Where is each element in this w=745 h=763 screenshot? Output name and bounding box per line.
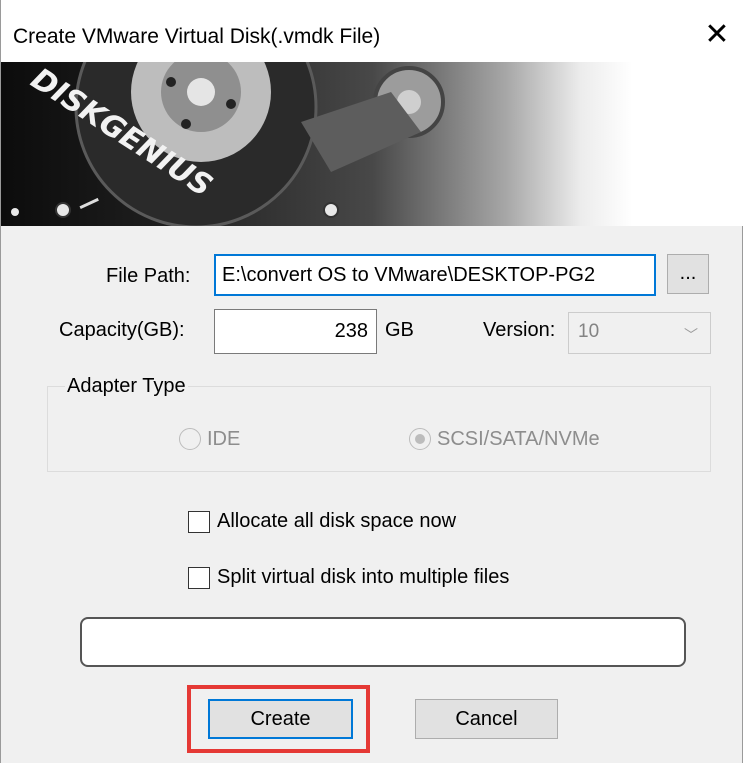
scsi-sata-nvme-radio-label: SCSI/SATA/NVMe — [437, 428, 600, 450]
adapter-type-label: Adapter Type — [65, 375, 188, 398]
dialog-window: Create VMware Virtual Disk(.vmdk File) ✕… — [0, 0, 744, 763]
version-label: Version: — [483, 319, 556, 341]
hard-drive-illustration: DISKGENIUS — [11, 62, 445, 226]
capacity-label: Capacity(GB): — [59, 319, 185, 341]
version-select-value: 10 — [578, 321, 600, 342]
chevron-down-icon: ﹀ — [684, 327, 698, 343]
allocate-all-checkbox[interactable] — [188, 511, 210, 533]
capacity-input[interactable]: 238 — [214, 309, 377, 354]
ide-radio-label: IDE — [207, 428, 241, 450]
file-path-label: File Path: — [106, 265, 191, 287]
close-icon[interactable]: ✕ — [700, 18, 734, 52]
scsi-sata-nvme-radio[interactable] — [409, 428, 431, 450]
radio-selected-dot — [415, 434, 425, 444]
allocate-all-label: Allocate all disk space now — [217, 510, 457, 532]
file-path-input[interactable]: E:\convert OS to VMware\DESKTOP-PG2 — [214, 254, 656, 296]
progress-bar — [80, 617, 686, 667]
browse-button[interactable]: ... — [667, 254, 709, 294]
create-button-highlight — [187, 685, 370, 753]
diskgenius-banner: DISKGENIUS — [1, 62, 744, 226]
adapter-type-group — [47, 386, 711, 472]
capacity-unit-label: GB — [385, 319, 414, 341]
version-select[interactable]: 10 ﹀ — [568, 312, 711, 354]
dialog-title: Create VMware Virtual Disk(.vmdk File) — [13, 25, 381, 48]
split-files-checkbox[interactable] — [188, 567, 210, 589]
ide-radio[interactable] — [179, 428, 201, 450]
title-bar: Create VMware Virtual Disk(.vmdk File) ✕ — [1, 0, 744, 62]
split-files-label: Split virtual disk into multiple files — [217, 566, 510, 588]
cancel-button[interactable]: Cancel — [415, 699, 558, 739]
